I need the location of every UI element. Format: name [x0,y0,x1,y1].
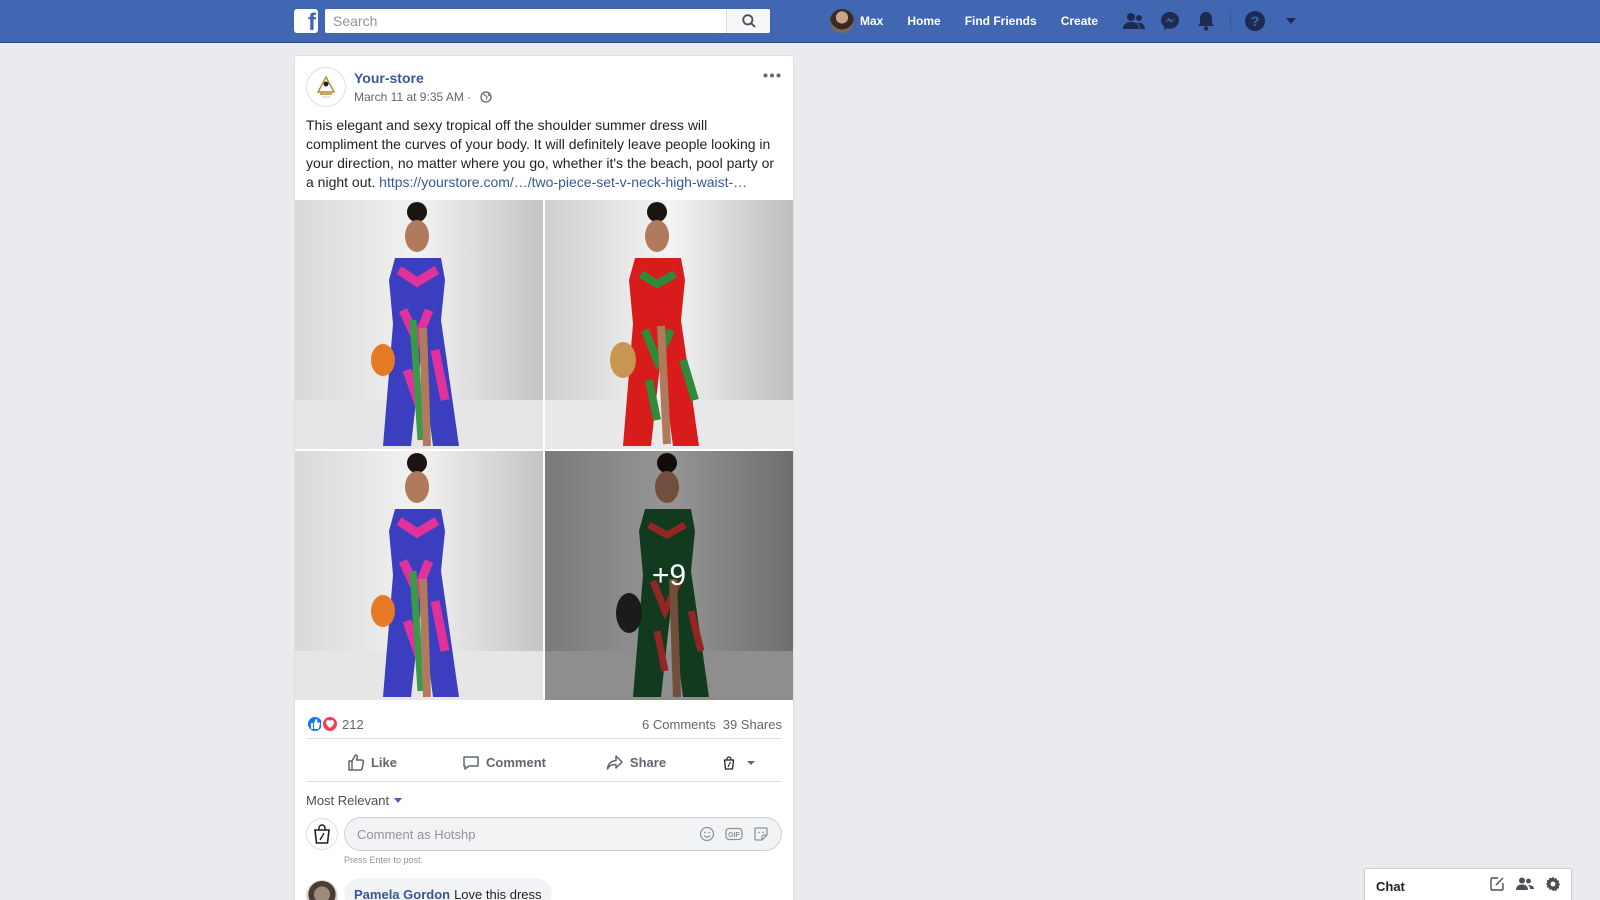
search-box [325,9,770,33]
shopping-bag-icon [314,824,330,844]
photo-3[interactable] [295,451,543,700]
chevron-down-icon [746,760,755,765]
post-header: Your-store March 11 at 9:35 AM · [306,67,782,111]
comment-text: Love this dress [454,887,542,900]
comment-icon [463,755,479,770]
emoji-icon[interactable] [699,826,715,842]
profile-name: Max [860,14,884,28]
comment-sort-dropdown[interactable]: Most Relevant [306,793,403,808]
act-as-selector[interactable] [702,755,782,770]
help-icon[interactable]: ? [1243,9,1267,33]
search-icon [741,14,756,28]
avatar [830,9,854,33]
sort-label: Most Relevant [306,793,390,808]
page-avatar[interactable] [306,67,346,107]
messenger-icon[interactable] [1158,9,1182,33]
sort-caret-icon [394,798,403,803]
reactions-bar: 212 6 Comments 39 Shares [306,711,782,739]
top-navigation-bar: f Max Home Find Friends Create ? [0,0,1600,43]
chat-tools [1489,876,1561,892]
photo-grid: +9 [295,200,793,700]
share-icon [606,754,623,770]
svg-text:?: ? [1251,13,1260,29]
comment-author[interactable]: Pamela Gordon [354,887,450,900]
comment-tools: GIF [699,826,769,842]
reaction-summary[interactable]: 212 [306,715,364,733]
share-button[interactable]: Share [570,754,702,772]
more-photos-overlay[interactable]: +9 [545,451,793,700]
comments-count-link[interactable]: 6 Comments [642,717,716,732]
search-button[interactable] [726,9,770,33]
gif-icon[interactable]: GIF [725,826,743,842]
shopping-bag-icon [723,755,734,770]
photo-tropical-red-dress-icon [545,200,793,449]
meta-separator: · [463,90,475,104]
comment-composer: GIF [306,817,782,851]
composer-avatar [306,818,338,850]
reaction-count[interactable]: 212 [342,717,364,732]
shares-count-link[interactable]: 39 Shares [723,717,782,732]
account-menu-icon[interactable] [1279,9,1303,33]
nav-find-friends[interactable]: Find Friends [965,14,1037,28]
commenter-avatar[interactable] [306,880,338,900]
photo-tropical-blue-dress-icon [295,451,543,700]
post-actions: Like Comment Share [306,744,782,782]
nav-divider [1230,11,1232,31]
post-meta: March 11 at 9:35 AM · [354,90,492,104]
new-message-icon[interactable] [1489,876,1505,892]
comment-item: Pamela Gordon Love this dress [306,876,782,900]
comment-box: GIF [344,817,782,851]
svg-text:GIF: GIF [728,832,740,839]
post-link[interactable]: https://yourstore.com/…/two-piece-set-v-… [379,174,747,190]
globe-privacy-icon[interactable] [479,91,492,103]
like-button[interactable]: Like [306,753,438,772]
nav-home[interactable]: Home [907,14,940,28]
page-name-link[interactable]: Your-store [354,70,424,86]
comment-label: Comment [486,755,546,770]
new-group-icon[interactable] [1516,876,1534,892]
more-options-icon [763,73,781,77]
comment-button[interactable]: Comment [438,754,570,772]
search-input[interactable] [325,9,726,33]
comment-bubble: Pamela Gordon Love this dress [344,878,552,900]
top-nav: Max Home Find Friends Create ? [830,0,1315,42]
friends-icon[interactable] [1122,9,1146,33]
post-timestamp[interactable]: March 11 at 9:35 AM [354,90,464,104]
profile-link[interactable]: Max [830,9,883,33]
share-label: Share [629,755,667,770]
chat-label: Chat [1376,879,1405,894]
logo-letter: f [308,9,316,33]
photo-4[interactable]: +9 [545,451,793,700]
love-reaction-icon [321,715,339,733]
comment-input[interactable] [357,826,699,842]
gear-icon[interactable] [1545,876,1561,892]
sticker-icon[interactable] [753,826,769,842]
store-logo-icon [316,75,336,98]
photo-2[interactable] [545,200,793,449]
press-enter-hint: Press Enter to post. [344,855,424,865]
facebook-logo-icon[interactable]: f [294,9,318,33]
photo-1[interactable] [295,200,543,449]
photo-tropical-blue-dress-icon [295,200,543,449]
notifications-icon[interactable] [1194,9,1218,33]
nav-create[interactable]: Create [1061,14,1098,28]
post-options-button[interactable] [762,67,782,83]
more-photos-count: +9 [651,558,687,592]
feed-post: Your-store March 11 at 9:35 AM · This el… [294,55,794,900]
like-label: Like [370,755,397,770]
post-body: This elegant and sexy tropical off the s… [306,116,781,192]
chat-bar[interactable]: Chat [1364,868,1572,900]
engagement-stats: 6 Comments 39 Shares [642,717,782,732]
thumbs-up-icon [348,753,365,771]
